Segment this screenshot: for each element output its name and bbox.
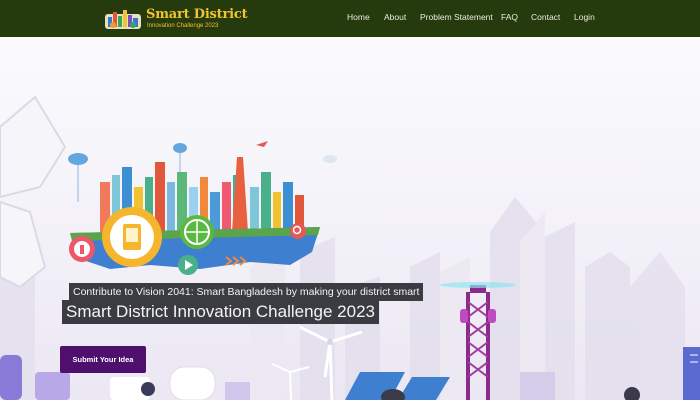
submit-idea-button[interactable]: Submit Your Idea (60, 346, 146, 373)
brand-title: Smart District (146, 7, 248, 22)
hero-title: Smart District Innovation Challenge 2023 (62, 300, 379, 324)
hero-section: Contribute to Vision 2041: Smart Banglad… (0, 37, 700, 400)
top-navbar: Smart District Innovation Challenge 2023… (0, 0, 700, 37)
nav-contact-link[interactable]: Contact (531, 12, 560, 22)
brand-logo[interactable]: Smart District Innovation Challenge 2023 (104, 4, 248, 34)
nav-problem-statement-link[interactable]: Problem Statement (420, 12, 493, 22)
nav-about-link[interactable]: About (384, 12, 406, 22)
brand-subtitle: Innovation Challenge 2023 (147, 23, 219, 29)
hero-tagline: Contribute to Vision 2041: Smart Banglad… (69, 283, 424, 301)
city-badge-icon (105, 10, 141, 29)
nav-login-link[interactable]: Login (574, 12, 595, 22)
nav-faq-link[interactable]: FAQ (501, 12, 518, 22)
nav-home-link[interactable]: Home (347, 12, 370, 22)
